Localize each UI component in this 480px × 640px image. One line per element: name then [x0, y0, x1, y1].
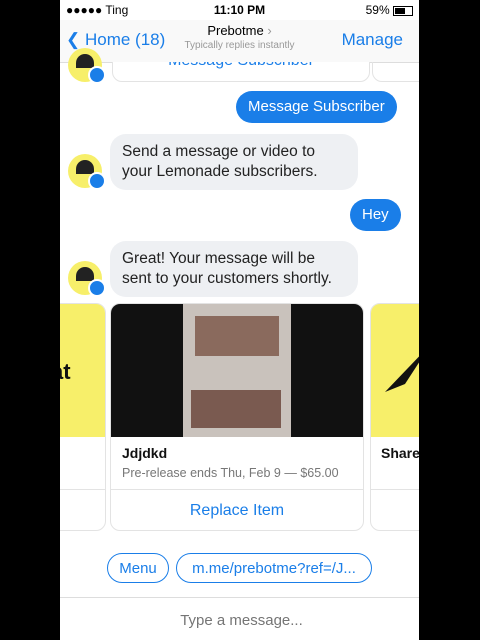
bot-avatar: [68, 48, 106, 84]
card-button[interactable]: [60, 489, 105, 530]
status-bar: ●●●●● Ting 11:10 PM 59%: [60, 0, 419, 20]
arrow-graphic-icon: [385, 356, 419, 392]
conversation-header: ❮ Home (18) Prebotme › Typically replies…: [60, 20, 419, 63]
message-composer: [60, 597, 419, 640]
incoming-message: Great! Your message will be sent to your…: [110, 241, 358, 297]
carousel-card-next[interactable]: Share: [370, 303, 419, 531]
outgoing-message: Message Subscriber: [236, 91, 397, 123]
bot-avatar: [68, 261, 106, 297]
incoming-message: Send a message or video to your Lemonade…: [110, 134, 358, 190]
replace-item-button[interactable]: Replace Item: [111, 489, 363, 530]
message-input[interactable]: [60, 598, 419, 640]
carousel-card[interactable]: Jdjdkd Pre-release ends Thu, Feb 9 — $65…: [110, 303, 364, 531]
card-image-text: at: [60, 359, 71, 384]
lemon-icon: [76, 160, 94, 174]
card-image: at: [60, 304, 105, 437]
product-name: Jdjdkd: [122, 445, 168, 461]
manage-button[interactable]: Manage: [342, 30, 403, 50]
product-photo: [183, 304, 291, 437]
quick-reply-link[interactable]: m.me/prebotme?ref=/J...: [176, 553, 372, 583]
battery-icon: [393, 5, 413, 16]
lemon-icon: [76, 54, 94, 68]
chevron-right-icon: ›: [267, 23, 272, 38]
card-image: [371, 304, 419, 437]
bot-avatar: [68, 154, 106, 190]
card-button[interactable]: [371, 489, 419, 530]
quick-reply-menu[interactable]: Menu: [107, 553, 169, 583]
messenger-screen: ●●●●● Ting 11:10 PM 59% ❮ Home (18) Preb…: [60, 0, 419, 640]
product-description: Pre-release ends Thu, Feb 9 — $65.00: [122, 466, 339, 480]
outgoing-message: Hey: [350, 199, 401, 231]
lemon-icon: [76, 267, 94, 281]
battery-percent: 59%: [365, 3, 390, 17]
messenger-badge-icon: [88, 172, 106, 190]
card-name: Share: [381, 445, 419, 461]
product-image: [111, 304, 363, 437]
messenger-badge-icon: [88, 279, 106, 297]
battery-status: 59%: [366, 3, 413, 17]
carousel-card-prev[interactable]: at: [60, 303, 106, 531]
messenger-badge-icon: [88, 66, 106, 84]
